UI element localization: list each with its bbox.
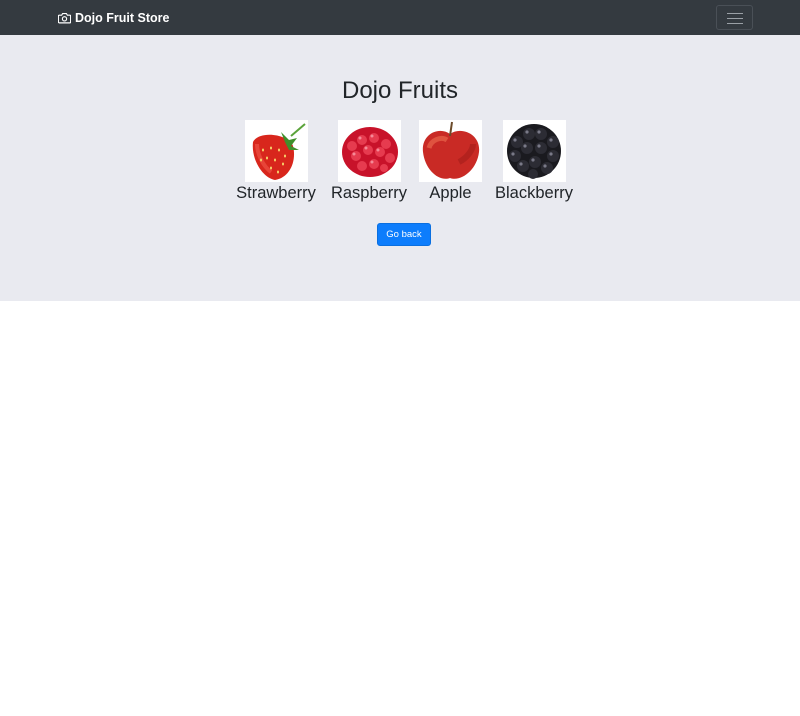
brand-link[interactable]: Dojo Fruit Store [58,9,169,27]
fruit-name: Apple [429,184,472,202]
page-title: Dojo Fruits [341,77,459,104]
apple-image [419,120,482,182]
brand-label: Dojo Fruit Store [75,11,170,25]
jumbotron: Dojo Fruits Strawberry Raspberry Apple B… [0,35,800,301]
fruit-item-blackberry: Blackberry [491,120,577,203]
navbar: Dojo Fruit Store [0,0,800,35]
camera-icon [58,12,71,24]
fruit-name: Raspberry [330,184,408,202]
go-back-button[interactable]: Go back [377,223,431,246]
fruit-item-raspberry: Raspberry [329,120,409,203]
fruit-item-apple: Apple [419,120,482,203]
fruit-name: Strawberry [236,184,316,202]
blackberry-image [502,120,566,182]
fruit-item-strawberry: Strawberry [233,120,319,203]
navbar-toggler-button[interactable] [716,5,753,30]
fruit-name: Blackberry [495,184,573,202]
strawberry-image [244,120,308,182]
raspberry-image [337,120,401,182]
